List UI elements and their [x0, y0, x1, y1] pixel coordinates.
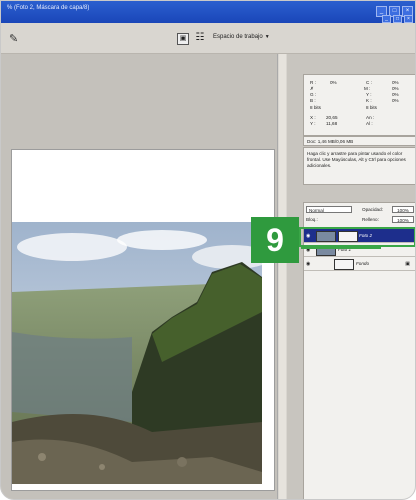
info-panel: R : 0% ✗ G : B : C : 0% M : 0% Y : 0% K …: [303, 74, 415, 136]
lock-icon: ▣: [405, 261, 410, 267]
doc-minimize-button[interactable]: _: [382, 15, 391, 23]
lock-label: Bloq.:: [306, 217, 318, 222]
doc-maximize-button[interactable]: □: [393, 15, 402, 23]
step-number-badge: 9: [251, 217, 299, 263]
info-y2-value: 11,68: [326, 121, 338, 126]
layer-thumbnail: [334, 259, 354, 270]
info-an-label: An :: [366, 115, 375, 120]
brush-icon[interactable]: ✎: [9, 32, 25, 45]
callout-line: [301, 247, 381, 253]
layer-row-fondo[interactable]: ◉ Fondo ▣: [304, 257, 415, 271]
vertical-scrollbar[interactable]: [277, 54, 287, 499]
fill-label: Relleno:: [362, 217, 379, 222]
chevron-down-icon: ▼: [264, 34, 270, 40]
info-x-value: 20,65: [326, 115, 338, 120]
info-c-label: C :: [366, 80, 372, 85]
palette-well-icon[interactable]: ▣: [177, 33, 189, 45]
opacity-label: Opacidad:: [362, 207, 383, 212]
info-r-value: 0%: [330, 80, 337, 85]
window-title: % (Foto 2, Máscara de capa/8): [7, 5, 90, 11]
info-y-label: Y :: [366, 92, 372, 97]
info-x-label: X :: [310, 115, 316, 120]
info-b-label: B :: [310, 98, 316, 103]
info-y-value: 0%: [392, 92, 399, 97]
doc-close-button[interactable]: ×: [404, 15, 413, 23]
scrollbar-thumb[interactable]: [279, 54, 286, 499]
workspace-label: Espacio de trabajo: [213, 34, 263, 40]
info-k-value: 0%: [392, 98, 399, 103]
blend-mode-select[interactable]: Normal: [306, 206, 352, 213]
help-panel: Haga clic y arrastre para pintar usando …: [303, 147, 415, 185]
info-c-value: 0%: [392, 80, 399, 85]
panels-dock: R : 0% ✗ G : B : C : 0% M : 0% Y : 0% K …: [287, 54, 415, 499]
info-m-label: M :: [364, 86, 371, 91]
info-r-label: R :: [310, 80, 316, 85]
fill-field[interactable]: 100%: [392, 216, 414, 223]
layers-lock-row: Bloq.: Relleno: 100%: [306, 216, 415, 224]
opacity-field[interactable]: 100%: [392, 206, 414, 213]
info-k-label: K :: [366, 98, 372, 103]
eye-icon[interactable]: ◉: [306, 261, 310, 267]
info-bits-right: 8 bits: [366, 105, 377, 110]
options-bar: ✎ ▣ ☷ Espacio de trabajo ▼: [1, 23, 415, 54]
callout-highlight-box: [299, 227, 415, 247]
info-bits-left: 8 bits: [310, 105, 321, 110]
document-canvas[interactable]: [11, 149, 275, 491]
layer-name: Fondo: [356, 261, 370, 266]
workspace-menu[interactable]: Espacio de trabajo ▼: [213, 34, 270, 40]
title-bar: % (Foto 2, Máscara de capa/8) _ □ × _ □ …: [1, 1, 415, 23]
canvas-area[interactable]: [1, 54, 286, 499]
landscape-photo: [12, 222, 262, 484]
document-controls: _ □ ×: [382, 15, 413, 23]
info-m-value: 0%: [392, 86, 399, 91]
document-size-readout: Doc: 1,46 MB/0,06 MB: [303, 136, 415, 146]
info-y2-label: Y :: [310, 121, 316, 126]
app-window: % (Foto 2, Máscara de capa/8) _ □ × _ □ …: [0, 0, 416, 500]
info-al-label: Al :: [366, 121, 373, 126]
info-g-label: G :: [310, 92, 317, 97]
go-to-bridge-icon[interactable]: ☷: [195, 33, 205, 43]
layers-options-row: Normal Opacidad: 100%: [306, 206, 415, 214]
